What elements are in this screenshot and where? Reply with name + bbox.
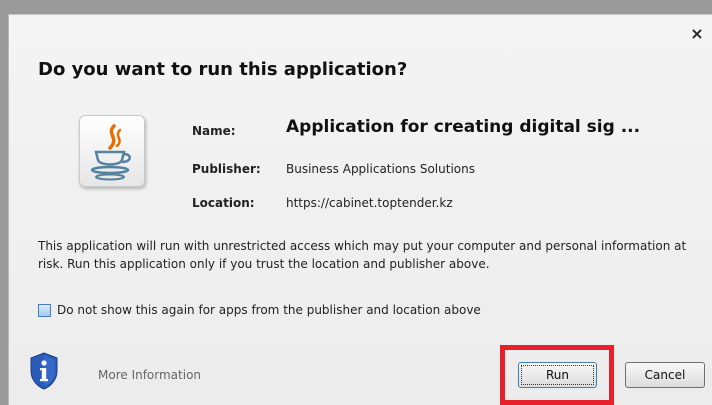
run-button[interactable]: Run (518, 362, 597, 388)
more-information-link[interactable]: More Information (98, 368, 201, 382)
do-not-show-checkbox[interactable] (38, 303, 51, 317)
application-name: Application for creating digital sig ... (286, 117, 641, 137)
do-not-show-option[interactable]: Do not show this again for apps from the… (38, 303, 481, 317)
publisher-label: Publisher: (192, 162, 261, 176)
name-label: Name: (192, 124, 236, 138)
dialog-title: Do you want to run this application? (38, 59, 408, 80)
cancel-button[interactable]: Cancel (625, 362, 705, 388)
security-dialog: × Do you want to run this application? N… (8, 14, 712, 405)
publisher-value: Business Applications Solutions (286, 162, 475, 176)
location-label: Location: (192, 196, 255, 210)
location-value: https://cabinet.toptender.kz (286, 196, 453, 210)
close-button[interactable]: × (688, 25, 706, 43)
do-not-show-label[interactable]: Do not show this again for apps from the… (57, 303, 481, 317)
security-warning-text: This application will run with unrestric… (38, 239, 687, 271)
java-icon (79, 115, 145, 187)
shield-info-icon (29, 351, 59, 391)
